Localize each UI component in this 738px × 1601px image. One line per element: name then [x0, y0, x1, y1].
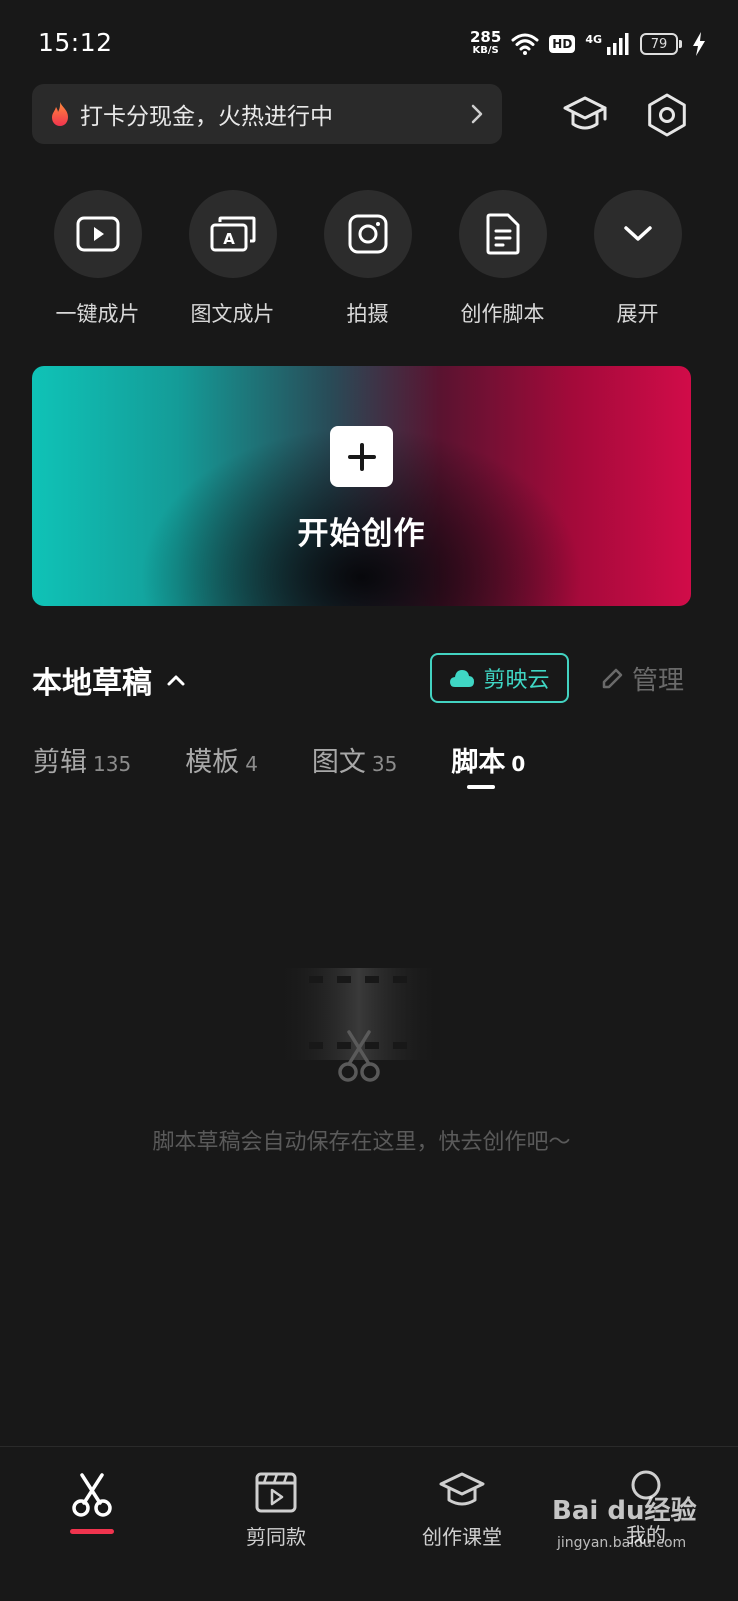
hd-badge: HD — [549, 35, 576, 53]
tab-script[interactable]: 脚本 0 — [451, 740, 526, 789]
quick-action-label: 图文成片 — [190, 302, 275, 326]
quick-action-circle — [323, 190, 412, 278]
start-create-label: 开始创作 — [297, 516, 426, 552]
local-drafts-toggle[interactable]: 本地草稿 — [32, 658, 186, 702]
status-time: 15:12 — [38, 28, 113, 57]
camera-icon — [348, 214, 387, 254]
chevron-right-icon — [471, 104, 483, 124]
network-speed-value: 285 — [469, 28, 502, 46]
template-clapper-icon — [255, 1472, 297, 1513]
pencil-icon — [602, 668, 623, 688]
nav-classroom[interactable]: 创作课堂 — [392, 1447, 532, 1550]
graduation-cap-icon — [439, 1472, 485, 1506]
tab-label: 脚本 — [451, 747, 506, 778]
quick-action-circle — [593, 190, 682, 278]
tab-text-image[interactable]: 图文 35 — [312, 740, 397, 779]
quick-action-expand[interactable]: 展开 — [570, 190, 705, 328]
text-cards-icon: A — [210, 216, 255, 252]
play-icon — [76, 216, 119, 252]
tab-template[interactable]: 模板 4 — [185, 740, 258, 779]
nav-label: 剪同款 — [246, 1525, 306, 1549]
tab-count: 135 — [93, 752, 132, 776]
quick-action-label: 创作脚本 — [460, 302, 545, 326]
status-icons: 285 KB/S HD 4G 79 — [470, 26, 706, 62]
tab-count: 0 — [511, 752, 526, 776]
baidu-watermark-url: jingyan.baidu.com — [557, 1535, 687, 1551]
start-create-card[interactable]: 开始创作 — [32, 366, 691, 606]
quick-actions: 一键成片 A 图文成片 拍摄 创作脚本 展开 — [30, 190, 710, 328]
tab-active-indicator — [467, 785, 496, 789]
plus-icon — [330, 426, 393, 487]
cloud-button-label: 剪映云 — [483, 668, 550, 693]
network-type: 4G — [585, 32, 602, 46]
nav-active-indicator — [70, 1529, 114, 1534]
tab-count: 4 — [245, 752, 258, 776]
tab-count: 35 — [371, 752, 398, 776]
nav-label: 创作课堂 — [422, 1525, 502, 1549]
flame-icon — [52, 102, 68, 126]
nav-templates[interactable]: 剪同款 — [206, 1447, 346, 1550]
quick-action-label: 一键成片 — [55, 302, 140, 326]
scissors-icon — [72, 1473, 112, 1517]
tab-label: 图文 — [311, 747, 366, 778]
tab-label: 剪辑 — [33, 747, 87, 778]
settings-hexagon-icon[interactable] — [644, 92, 690, 138]
quick-action-circle — [53, 190, 142, 278]
draft-tabs: 剪辑 135 模板 4 图文 35 脚本 0 — [33, 740, 579, 789]
baidu-watermark: Bai du经验 — [552, 1496, 697, 1526]
quick-action-text-video[interactable]: A 图文成片 — [165, 190, 300, 328]
status-bar: 15:12 285 KB/S HD 4G 79 — [0, 0, 738, 88]
graduation-cap-icon[interactable] — [562, 92, 608, 138]
manage-label: 管理 — [632, 666, 685, 696]
quick-action-one-click[interactable]: 一键成片 — [30, 190, 165, 328]
quick-action-shoot[interactable]: 拍摄 — [300, 190, 435, 328]
manage-button[interactable]: 管理 — [600, 660, 684, 697]
battery-indicator: 79 — [640, 33, 682, 55]
tab-label: 模板 — [185, 747, 240, 778]
nav-edit[interactable] — [22, 1447, 162, 1534]
quick-action-label: 拍摄 — [346, 302, 389, 326]
quick-action-script[interactable]: 创作脚本 — [435, 190, 570, 328]
chevron-up-icon — [167, 675, 185, 686]
cloud-button[interactable]: 剪映云 — [430, 653, 569, 703]
network-speed: 285 KB/S — [469, 28, 502, 57]
network-speed-unit: KB/S — [472, 45, 499, 56]
tab-edit[interactable]: 剪辑 135 — [33, 740, 131, 779]
quick-action-circle: A — [188, 190, 277, 278]
quick-action-label: 展开 — [616, 302, 659, 326]
promo-banner[interactable]: 打卡分现金，火热进行中 — [32, 84, 502, 144]
wifi-icon — [511, 33, 539, 55]
script-document-icon — [486, 213, 519, 255]
svg-text:A: A — [223, 230, 235, 248]
signal-icon — [607, 33, 629, 55]
film-scissors-illustration — [279, 968, 439, 1082]
chevron-down-icon — [623, 226, 652, 241]
charging-icon — [693, 32, 705, 56]
quick-action-circle — [458, 190, 547, 278]
battery-level: 79 — [640, 33, 678, 55]
promo-text: 打卡分现金，火热进行中 — [80, 104, 333, 130]
local-drafts-title: 本地草稿 — [32, 666, 152, 701]
empty-state-message: 脚本草稿会自动保存在这里，快去创作吧～ — [152, 1130, 571, 1155]
cloud-icon — [450, 670, 475, 687]
